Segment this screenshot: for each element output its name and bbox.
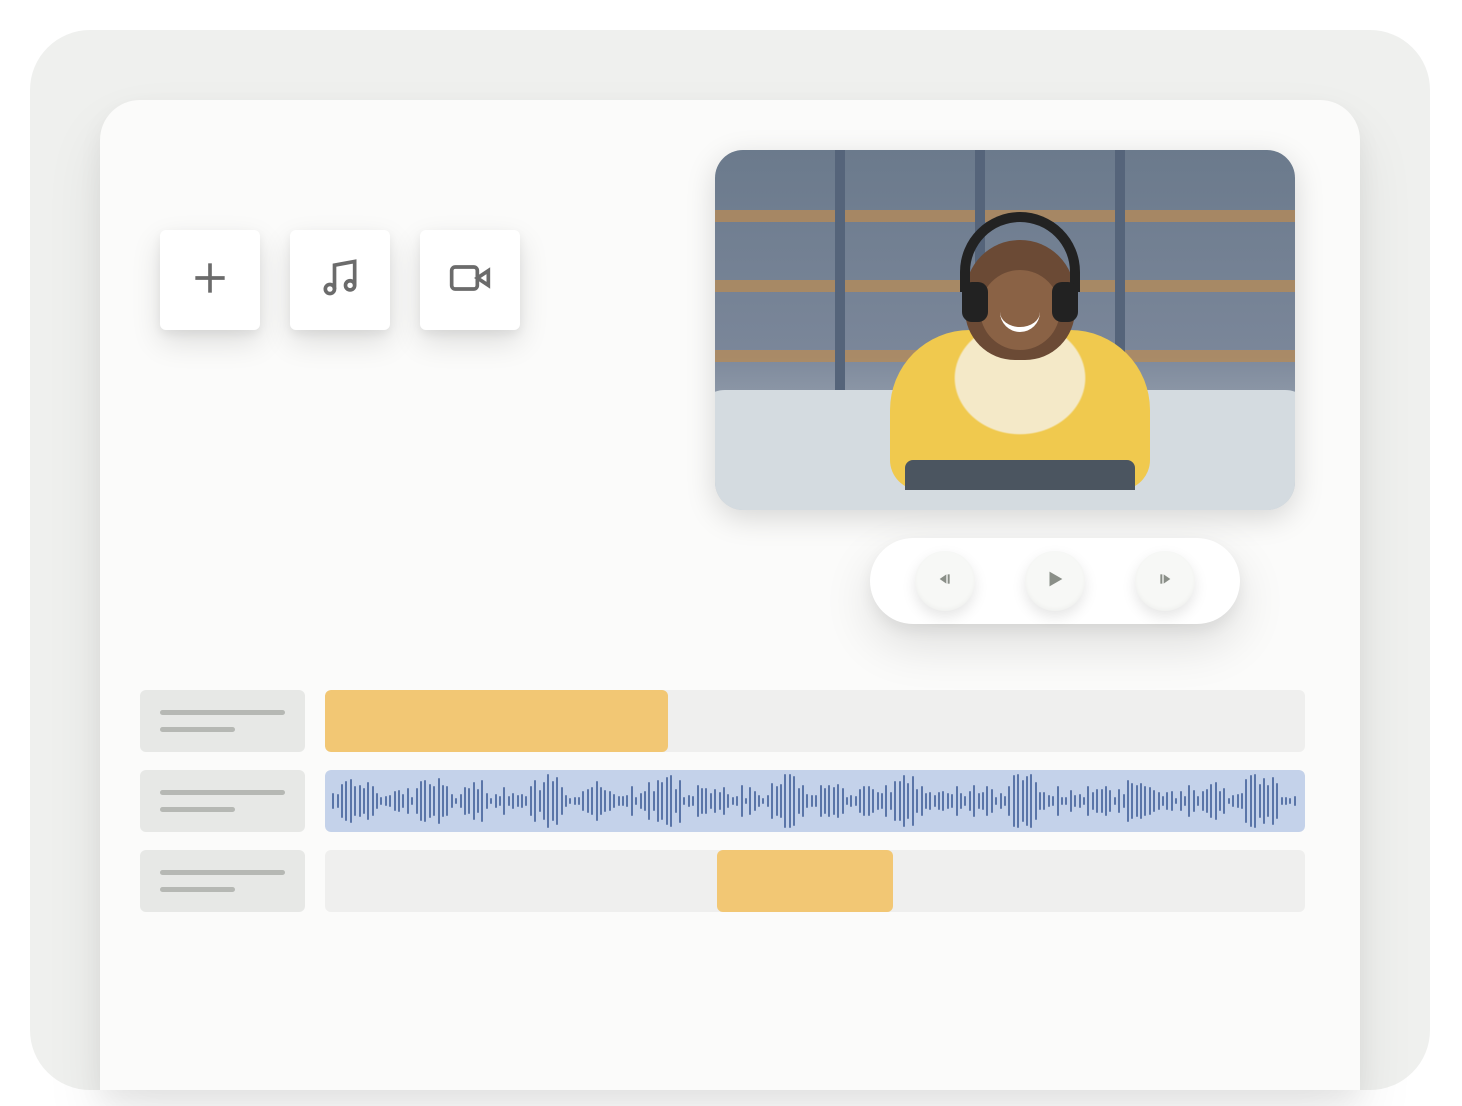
step-forward-button[interactable]: [1135, 551, 1195, 611]
music-icon: [318, 256, 362, 304]
editor-panel: [100, 100, 1360, 1090]
play-button[interactable]: [1025, 551, 1085, 611]
add-audio-button[interactable]: [290, 230, 390, 330]
timeline: [140, 690, 1305, 912]
preview-thumbnail: [715, 150, 1295, 510]
video-icon: [448, 256, 492, 304]
track-header[interactable]: [140, 850, 305, 912]
track-lane[interactable]: [325, 690, 1305, 752]
video-preview[interactable]: [715, 150, 1295, 510]
step-back-button[interactable]: [915, 551, 975, 611]
placeholder-line: [160, 887, 235, 892]
timeline-track: [140, 690, 1305, 752]
add-video-button[interactable]: [420, 230, 520, 330]
track-lane[interactable]: [325, 770, 1305, 832]
play-icon: [1044, 568, 1066, 594]
track-header[interactable]: [140, 690, 305, 752]
device-frame: [30, 30, 1430, 1090]
media-toolbar: [160, 230, 520, 330]
placeholder-line: [160, 710, 285, 715]
timeline-track: [140, 770, 1305, 832]
step-back-icon: [937, 571, 953, 591]
placeholder-line: [160, 807, 235, 812]
audio-clip[interactable]: [325, 770, 1305, 832]
track-header[interactable]: [140, 770, 305, 832]
add-media-button[interactable]: [160, 230, 260, 330]
placeholder-line: [160, 870, 285, 875]
placeholder-line: [160, 727, 235, 732]
effect-clip[interactable]: [717, 850, 893, 912]
playback-controls: [870, 538, 1240, 624]
timeline-track: [140, 850, 1305, 912]
track-lane[interactable]: [325, 850, 1305, 912]
video-clip[interactable]: [325, 690, 668, 752]
step-forward-icon: [1157, 571, 1173, 591]
plus-icon: [188, 256, 232, 304]
placeholder-line: [160, 790, 285, 795]
